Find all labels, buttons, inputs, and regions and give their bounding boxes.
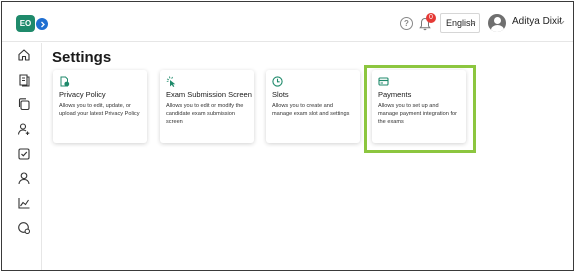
app-window: EO ? 0 English Aditya Dixit Settings Pri…	[1, 1, 574, 271]
page-title: Settings	[52, 49, 112, 66]
highlight-box	[364, 65, 476, 153]
book-icon[interactable]	[17, 73, 31, 87]
notification-badge: 0	[426, 13, 436, 23]
settings-globe-icon[interactable]	[17, 221, 31, 235]
chart-icon[interactable]	[17, 196, 31, 210]
card-description: Allows you to edit or modify the candida…	[166, 103, 244, 125]
card-title: Privacy Policy	[59, 90, 106, 99]
cursor-click-icon	[166, 76, 176, 87]
card-description: Allows you to create and manage exam slo…	[272, 103, 350, 117]
clock-icon	[272, 76, 283, 87]
sidebar	[2, 43, 42, 270]
chevron-right-icon	[40, 21, 45, 27]
privacy-policy-card[interactable]: Privacy Policy Allows you to edit, updat…	[53, 70, 147, 143]
avatar[interactable]	[488, 14, 506, 32]
chevron-down-icon[interactable]	[558, 19, 565, 26]
copy-icon[interactable]	[17, 97, 31, 111]
avatar-body	[490, 25, 504, 32]
checklist-icon[interactable]	[17, 147, 31, 161]
slots-card[interactable]: Slots Allows you to create and manage ex…	[266, 70, 360, 143]
top-bar: EO ? 0 English Aditya Dixit	[2, 2, 573, 42]
avatar-head	[493, 17, 501, 24]
home-icon[interactable]	[17, 48, 31, 62]
expand-sidebar-button[interactable]	[36, 18, 48, 30]
user-name[interactable]: Aditya Dixit	[512, 16, 562, 27]
document-shield-icon	[60, 76, 70, 87]
exam-submission-screen-card[interactable]: Exam Submission Screen Allows you to edi…	[160, 70, 254, 143]
app-logo: EO	[16, 15, 35, 32]
chevron-down-icon	[470, 21, 476, 25]
language-select[interactable]: English	[440, 13, 480, 33]
help-button[interactable]: ?	[400, 17, 413, 30]
user-icon[interactable]	[17, 171, 31, 185]
card-title: Exam Submission Screen	[166, 90, 252, 99]
help-icon: ?	[404, 19, 409, 28]
card-title: Slots	[272, 90, 289, 99]
add-user-icon[interactable]	[17, 122, 31, 136]
card-description: Allows you to edit, update, or upload yo…	[59, 103, 140, 117]
